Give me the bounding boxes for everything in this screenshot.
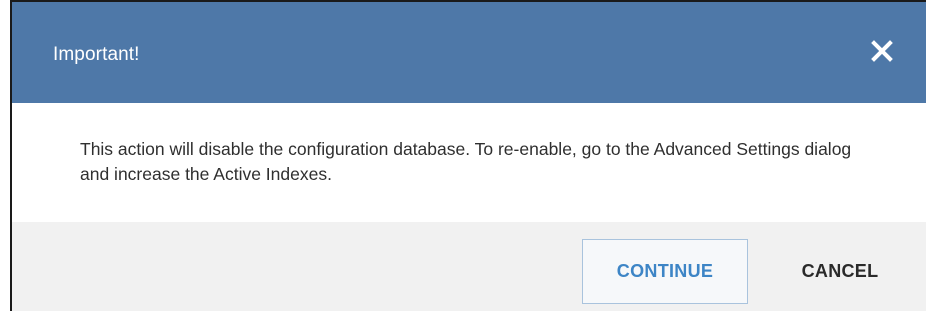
dialog-footer: CONTINUE CANCEL: [12, 222, 926, 311]
dialog-body: This action will disable the configurati…: [12, 103, 926, 222]
important-dialog: Important! This action will disable the …: [10, 0, 926, 311]
dialog-message: This action will disable the configurati…: [80, 139, 852, 184]
dialog-title: Important!: [53, 43, 140, 65]
cancel-button[interactable]: CANCEL: [775, 239, 905, 304]
dialog-header: Important!: [12, 2, 926, 103]
close-button[interactable]: [868, 37, 896, 65]
close-icon: [871, 39, 893, 62]
continue-button[interactable]: CONTINUE: [582, 239, 748, 304]
